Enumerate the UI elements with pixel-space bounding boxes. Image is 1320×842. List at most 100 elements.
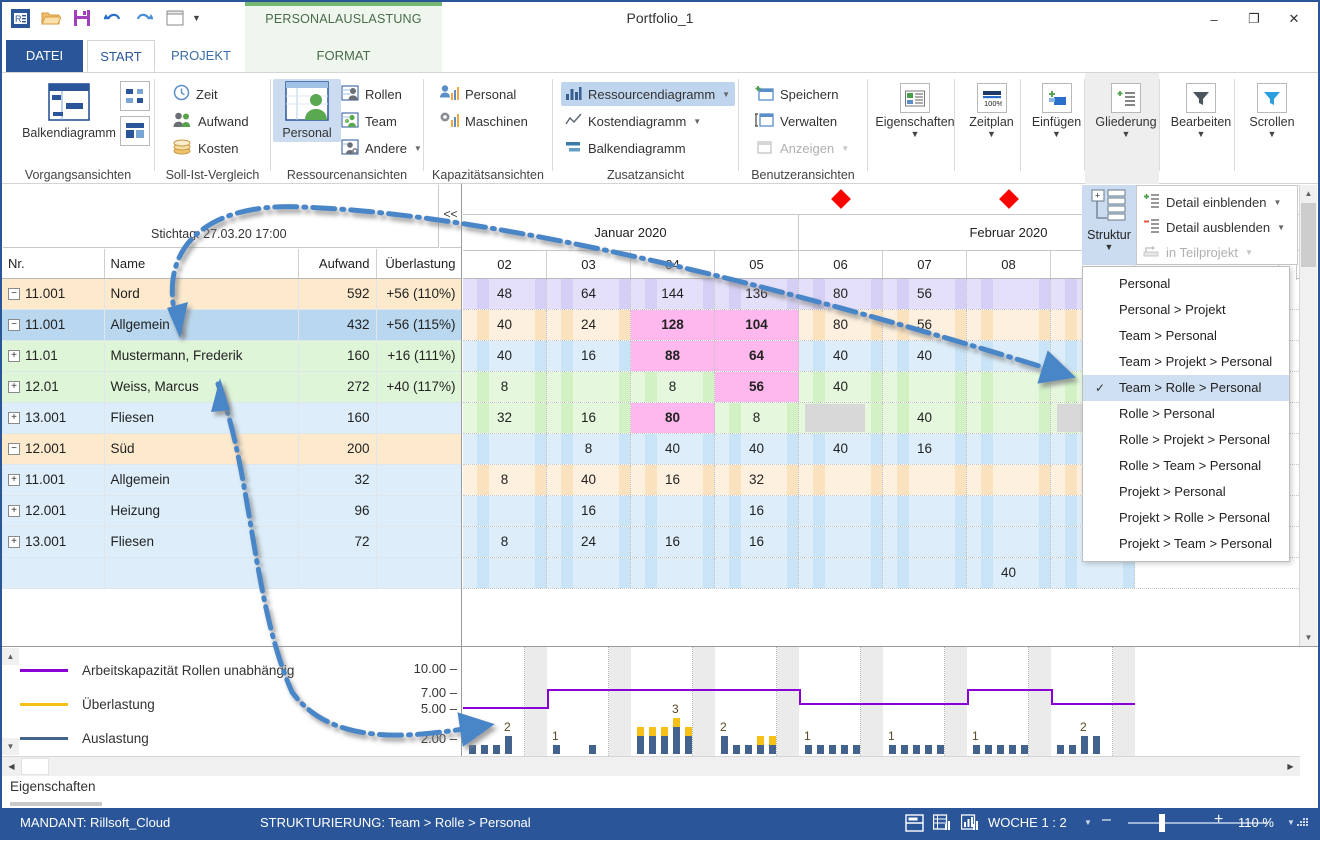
- timeline-cell[interactable]: 40: [883, 341, 967, 371]
- scroll-up-button[interactable]: ▲: [1300, 185, 1317, 202]
- timeline-cell[interactable]: 88: [631, 341, 715, 371]
- chart-scroll-up-button[interactable]: ▲: [2, 648, 19, 665]
- chart-scroll-down-button[interactable]: ▼: [2, 738, 19, 755]
- struktur-menu-item[interactable]: Rolle > Team > Personal: [1083, 453, 1289, 479]
- aufwand-button[interactable]: Aufwand: [169, 109, 253, 133]
- timeline-cell[interactable]: 40: [799, 372, 883, 402]
- detail-einblenden-button[interactable]: Detail einblenden ▼: [1139, 190, 1295, 214]
- eigenschaften-button[interactable]: Eigenschaften ▼: [875, 81, 955, 140]
- chevron-down-icon[interactable]: ▼: [911, 130, 920, 139]
- expand-icon[interactable]: +: [8, 350, 20, 363]
- timeline-cell[interactable]: [715, 558, 799, 588]
- timeline-cell[interactable]: [967, 279, 1051, 309]
- zoom-slider-knob[interactable]: [1159, 814, 1165, 832]
- bar-chart-view-icon[interactable]: [960, 814, 980, 832]
- table-row[interactable]: −12.001 Süd 200: [2, 433, 461, 465]
- window-icon[interactable]: [163, 6, 187, 30]
- timeline-cell[interactable]: [631, 558, 715, 588]
- timeline-cell[interactable]: [799, 527, 883, 557]
- timeline-cell[interactable]: 40: [715, 434, 799, 464]
- collapse-icon[interactable]: −: [8, 319, 20, 332]
- qat-dropdown-icon[interactable]: ▼: [192, 13, 201, 23]
- speichern-view-button[interactable]: Speichern: [751, 82, 843, 106]
- milestone-marker[interactable]: [831, 189, 851, 209]
- timeline-cell[interactable]: 16: [547, 496, 631, 526]
- table-row[interactable]: −11.001 Nord 592 +56 (110%): [2, 278, 461, 310]
- zeit-button[interactable]: Zeit: [169, 82, 222, 106]
- timeline-cell[interactable]: [967, 496, 1051, 526]
- chevron-down-icon[interactable]: ▼: [722, 90, 730, 99]
- table-row[interactable]: +11.001 Allgemein 32: [2, 464, 461, 496]
- scrollen-button[interactable]: Scrollen ▼: [1239, 81, 1305, 140]
- table-view-icon[interactable]: [120, 116, 150, 146]
- scroll-right-button[interactable]: ▶: [1282, 758, 1299, 775]
- struktur-menu-item[interactable]: Rolle > Personal: [1083, 401, 1289, 427]
- timeline-cell[interactable]: 56: [883, 310, 967, 340]
- timeline-cell[interactable]: [883, 372, 967, 402]
- collapse-icon[interactable]: −: [8, 288, 20, 301]
- einfuegen-button[interactable]: Einfügen ▼: [1025, 81, 1088, 140]
- timeline-cell[interactable]: [631, 496, 715, 526]
- timeline-cell[interactable]: 16: [631, 527, 715, 557]
- split-view-icon[interactable]: [905, 814, 924, 832]
- timeline-cell[interactable]: 16: [883, 434, 967, 464]
- vertical-scrollbar[interactable]: ▲ ▼: [1299, 185, 1317, 646]
- timeline-cell[interactable]: 8: [715, 403, 799, 433]
- rollen-button[interactable]: Rollen: [337, 82, 406, 106]
- timeline-cell[interactable]: [463, 496, 547, 526]
- column-header-berlastung[interactable]: Überlastung: [376, 249, 461, 279]
- struktur-menu-item[interactable]: Projekt > Personal: [1083, 479, 1289, 505]
- timeline-cell[interactable]: 80: [799, 279, 883, 309]
- timeline-cell[interactable]: 8: [463, 372, 547, 402]
- balkendiagramm-button[interactable]: Balkendiagramm: [12, 81, 126, 142]
- tab-datei[interactable]: DATEI: [6, 40, 83, 72]
- column-header-name[interactable]: Name: [104, 249, 299, 279]
- timeline-cell[interactable]: [967, 434, 1051, 464]
- timeline-cell[interactable]: [883, 465, 967, 495]
- chevron-down-icon[interactable]: ▼: [1052, 130, 1061, 139]
- chevron-down-icon[interactable]: ▼: [1245, 248, 1253, 257]
- timeline-cell[interactable]: [799, 558, 883, 588]
- vertical-scrollbar-thumb[interactable]: [1301, 203, 1316, 267]
- kosten-button[interactable]: Kosten: [169, 136, 242, 160]
- timeline-cell[interactable]: 40: [799, 434, 883, 464]
- chevron-down-icon[interactable]: ▼: [1197, 130, 1206, 139]
- ressourcendiagramm-button[interactable]: Ressourcendiagramm ▼: [561, 82, 735, 106]
- timeline-cell[interactable]: [1051, 558, 1135, 588]
- redo-icon[interactable]: [132, 6, 156, 30]
- timeline-cell[interactable]: 144: [631, 279, 715, 309]
- timeline-cell[interactable]: 16: [715, 496, 799, 526]
- timeline-cell[interactable]: 64: [715, 341, 799, 371]
- table-chart-icon[interactable]: [932, 814, 952, 832]
- timeline-cell[interactable]: 40: [547, 465, 631, 495]
- expand-icon[interactable]: +: [8, 381, 20, 394]
- timeline-cell[interactable]: [967, 372, 1051, 402]
- timeline-cell[interactable]: 80: [799, 310, 883, 340]
- struktur-menu-item[interactable]: Team > Personal: [1083, 323, 1289, 349]
- chevron-down-icon[interactable]: ▼: [1277, 223, 1285, 232]
- bearbeiten-button[interactable]: Bearbeiten ▼: [1164, 81, 1238, 140]
- maschinen-button[interactable]: Maschinen: [436, 109, 532, 133]
- kostendiagramm-button[interactable]: Kostendiagramm ▼: [561, 109, 705, 133]
- timeline-cell[interactable]: [967, 341, 1051, 371]
- struktur-menu-item[interactable]: Personal: [1083, 271, 1289, 297]
- detail-ausblenden-button[interactable]: Detail ausblenden ▼: [1139, 215, 1295, 239]
- timeline-cell[interactable]: 56: [715, 372, 799, 402]
- gliederung-button[interactable]: Gliederung ▼: [1089, 81, 1163, 140]
- timeline-cell[interactable]: 16: [631, 465, 715, 495]
- timeline-cell[interactable]: 40: [967, 558, 1051, 588]
- table-row[interactable]: [2, 557, 461, 589]
- tab-start[interactable]: START: [87, 40, 155, 72]
- timeline-cell[interactable]: 40: [463, 341, 547, 371]
- struktur-menu-item[interactable]: Projekt > Team > Personal: [1083, 531, 1289, 557]
- timeline-cell[interactable]: [883, 527, 967, 557]
- table-row[interactable]: +12.01 Weiss, Marcus 272 +40 (117%): [2, 371, 461, 403]
- timeline-cell[interactable]: [967, 527, 1051, 557]
- anzeigen-button[interactable]: Anzeigen ▼: [751, 136, 853, 160]
- chevron-down-icon[interactable]: ▼: [1084, 818, 1092, 827]
- minimize-button[interactable]: –: [1194, 4, 1234, 34]
- struktur-button[interactable]: + Struktur ▼: [1082, 185, 1136, 265]
- timeline-cell[interactable]: 24: [547, 310, 631, 340]
- zoom-in-button[interactable]: +: [1214, 811, 1223, 829]
- scroll-down-button[interactable]: ▼: [1300, 629, 1317, 646]
